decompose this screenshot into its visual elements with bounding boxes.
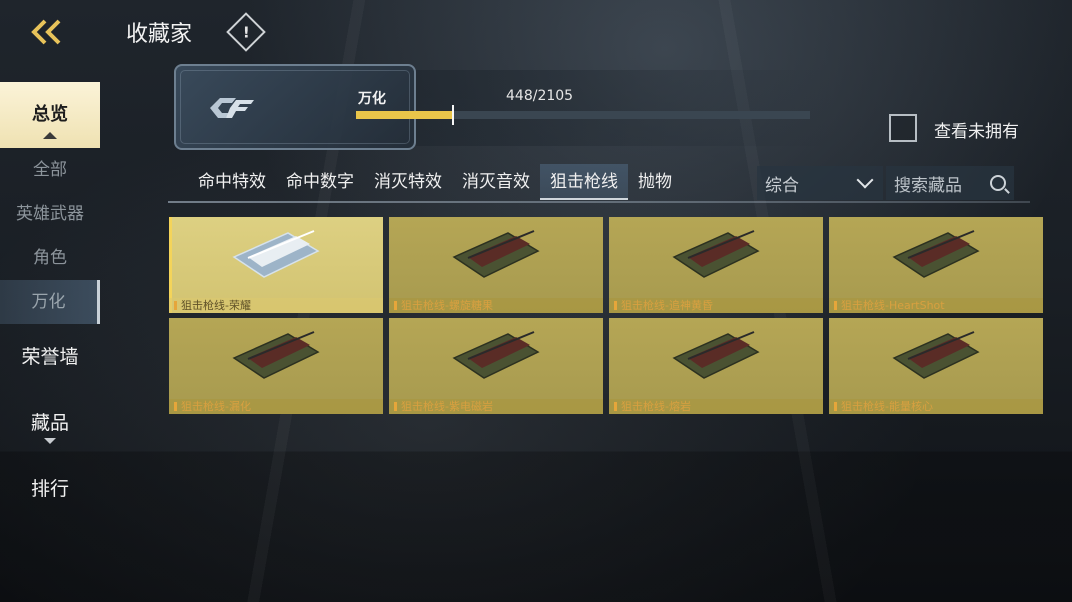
double-chevron-left-icon bbox=[31, 19, 61, 45]
progress-panel bbox=[416, 70, 836, 146]
sniper-line-item-icon bbox=[232, 331, 320, 379]
sidebar-item-overview[interactable]: 总览 bbox=[0, 82, 100, 148]
search-input[interactable]: 搜索藏品 bbox=[886, 166, 1014, 200]
sidebar-subitem-hero-weapons[interactable]: 英雄武器 bbox=[0, 192, 100, 236]
caret-up-icon bbox=[43, 132, 57, 139]
collection-item-card[interactable]: 狙击枪线-漏化 bbox=[169, 318, 383, 414]
tabs-divider bbox=[168, 201, 1030, 203]
collection-item-card[interactable]: 狙击枪线-螺旋糖果 bbox=[389, 217, 603, 313]
item-label: 狙击枪线-能量核心 bbox=[829, 399, 1043, 414]
sniper-line-item-icon bbox=[452, 230, 540, 278]
collection-item-card[interactable]: 狙击枪线-荣耀 bbox=[169, 217, 383, 313]
tab-kill-sound[interactable]: 消灭音效 bbox=[452, 164, 540, 200]
tab-throwable[interactable]: 抛物 bbox=[628, 164, 682, 200]
item-label: 狙击枪线-螺旋糖果 bbox=[389, 298, 603, 313]
sidebar-item-collection[interactable]: 藏品 bbox=[0, 390, 100, 456]
sidebar-item-label: 总览 bbox=[32, 104, 68, 125]
page-title: 收藏家 bbox=[126, 22, 193, 47]
caret-down-icon bbox=[44, 438, 56, 444]
sniper-line-item-icon bbox=[892, 331, 980, 379]
sniper-line-item-icon bbox=[452, 331, 540, 379]
item-grid: 狙击枪线-荣耀 狙击枪线-螺旋糖果 狙击枪线-追神黄昏 狙击枪线-HeartShot 狙… bbox=[169, 217, 1043, 414]
item-label: 狙击枪线-漏化 bbox=[169, 399, 383, 414]
category-tabs: 命中特效 命中数字 消灭特效 消灭音效 狙击枪线 抛物 bbox=[188, 164, 682, 200]
tab-hit-number[interactable]: 命中数字 bbox=[276, 164, 364, 200]
item-label: 狙击枪线-熔岩 bbox=[609, 399, 823, 414]
progress-marker bbox=[451, 105, 454, 125]
sniper-line-item-icon bbox=[892, 230, 980, 278]
exclamation-icon: ! bbox=[242, 23, 250, 41]
tab-kill-effect[interactable]: 消灭特效 bbox=[364, 164, 452, 200]
sidebar-item-ranking[interactable]: 排行 bbox=[0, 456, 100, 522]
sniper-line-item-icon bbox=[672, 230, 760, 278]
collection-item-card[interactable]: 狙击枪线-紫电磁岩 bbox=[389, 318, 603, 414]
progress-count: 448/2105 bbox=[506, 88, 574, 104]
sort-value: 综合 bbox=[765, 175, 799, 196]
back-button[interactable] bbox=[24, 14, 68, 50]
info-button[interactable]: ! bbox=[226, 12, 266, 52]
sidebar-item-honor-wall[interactable]: 荣誉墙 bbox=[0, 324, 100, 390]
sidebar-subitem-all[interactable]: 全部 bbox=[0, 148, 100, 192]
item-label: 狙击枪线-HeartShot bbox=[829, 298, 1043, 313]
item-label: 狙击枪线-紫电磁岩 bbox=[389, 399, 603, 414]
item-label: 狙击枪线-追神黄昏 bbox=[609, 298, 823, 313]
chevron-down-icon bbox=[856, 171, 874, 189]
progress-label: 万化 bbox=[358, 91, 386, 107]
cf-logo-icon bbox=[210, 98, 254, 118]
sidebar: 总览 全部 英雄武器 角色 万化 荣誉墙 藏品 排行 bbox=[0, 82, 100, 522]
tab-hit-effect[interactable]: 命中特效 bbox=[188, 164, 276, 200]
sidebar-subitem-characters[interactable]: 角色 bbox=[0, 236, 100, 280]
collection-item-card[interactable]: 狙击枪线-熔岩 bbox=[609, 318, 823, 414]
sniper-line-item-icon bbox=[232, 230, 320, 278]
tab-sniper-line[interactable]: 狙击枪线 bbox=[540, 164, 628, 200]
sort-dropdown[interactable]: 综合 bbox=[757, 166, 883, 200]
progress-bar bbox=[356, 105, 810, 125]
collection-item-card[interactable]: 狙击枪线-HeartShot bbox=[829, 217, 1043, 313]
progress-bar-fill bbox=[356, 111, 453, 119]
search-icon bbox=[990, 175, 1006, 191]
sidebar-item-label: 藏品 bbox=[30, 412, 69, 434]
sidebar-subitem-wanhua[interactable]: 万化 bbox=[0, 280, 100, 324]
show-unowned-label: 查看未拥有 bbox=[934, 122, 1019, 142]
collection-item-card[interactable]: 狙击枪线-能量核心 bbox=[829, 318, 1043, 414]
collection-item-card[interactable]: 狙击枪线-追神黄昏 bbox=[609, 217, 823, 313]
search-placeholder: 搜索藏品 bbox=[894, 175, 962, 196]
show-unowned-checkbox[interactable] bbox=[889, 114, 917, 142]
item-label: 狙击枪线-荣耀 bbox=[169, 298, 383, 313]
sniper-line-item-icon bbox=[672, 331, 760, 379]
